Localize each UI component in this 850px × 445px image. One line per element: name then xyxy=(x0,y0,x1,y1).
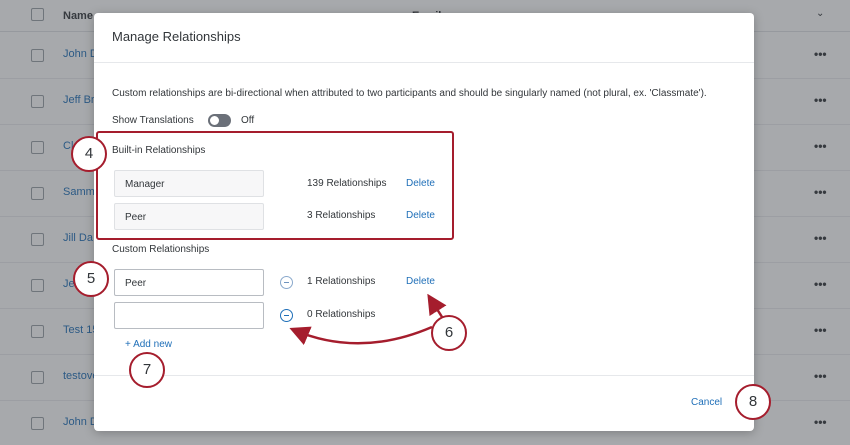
annotation-arrows xyxy=(289,293,447,346)
callout-8: 8 xyxy=(735,384,771,420)
callout-7: 7 xyxy=(129,352,165,388)
arrow-to-delete-link xyxy=(427,293,447,318)
callout-4: 4 xyxy=(71,136,107,172)
callout-6: 6 xyxy=(431,315,467,351)
arrow-to-remove-icon xyxy=(289,325,433,346)
callout-5: 5 xyxy=(73,261,109,297)
